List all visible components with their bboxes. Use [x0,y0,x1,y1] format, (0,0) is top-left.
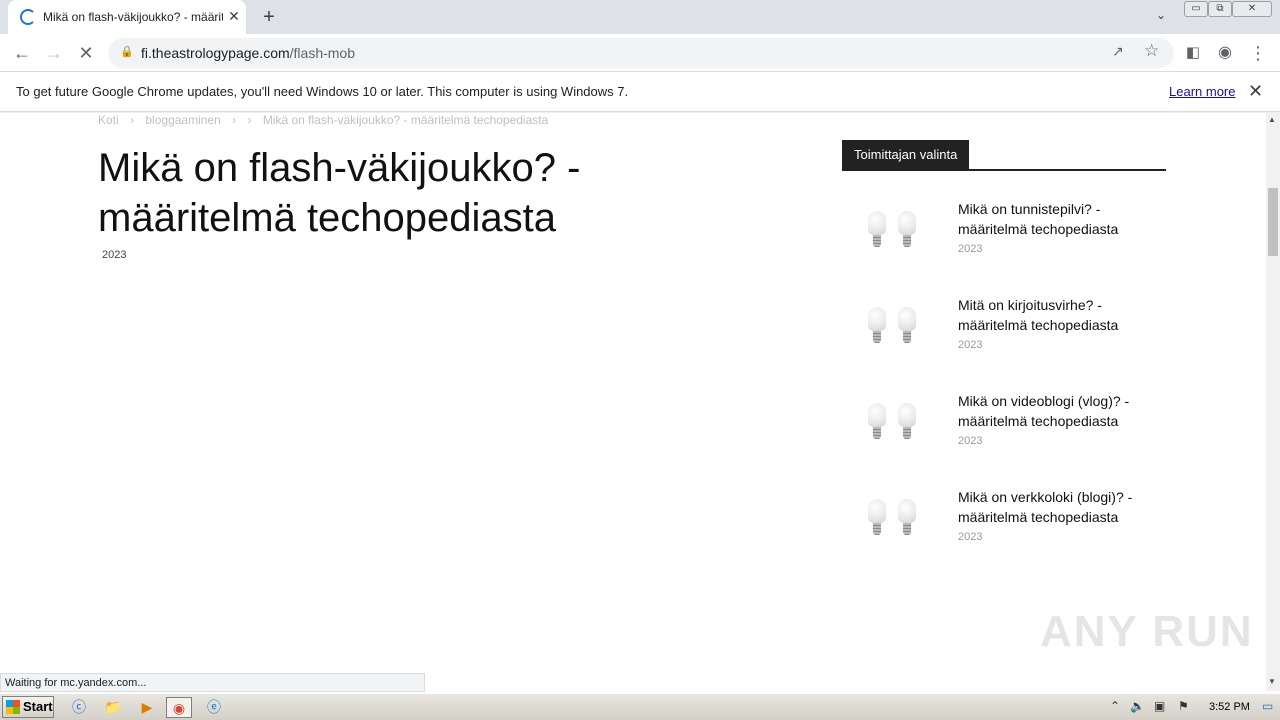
address-bar[interactable]: 🔒 fi.theastrologypage.com/flash-mob ↗ ☆ [108,38,1174,68]
breadcrumb-separator: › [130,113,135,127]
start-button[interactable]: Start [2,696,54,718]
sidebar-article-date: 2023 [958,339,983,351]
scrollbar-thumb[interactable] [1268,188,1278,256]
tab-close-icon[interactable]: ✕ [226,8,242,24]
scroll-up-arrow-icon[interactable]: ▲ [1268,115,1276,124]
side-panel-icon[interactable]: ◧ [1181,41,1205,65]
windows-logo-icon [6,700,20,714]
active-tab[interactable]: Mikä on flash-väkijoukko? - määritelmä t… [8,0,246,34]
sidebar-article-title[interactable]: Mikä on videoblogi (vlog)? - määritelmä … [958,391,1158,431]
restore-button[interactable]: ⧉ [1208,1,1232,17]
breadcrumb-separator: › [232,113,237,127]
url-path: /flash-mob [289,45,355,61]
sidebar-article[interactable]: Mikä on videoblogi (vlog)? - määritelmä … [842,391,1166,471]
url-host: fi.theastrologypage.com [141,45,290,61]
window-close-button[interactable]: ✕ [1232,1,1272,17]
thumbnail-lightbulbs-icon[interactable] [860,397,924,451]
breadcrumb-category[interactable]: bloggaaminen [145,113,220,127]
network-icon[interactable]: ▣ [1154,699,1165,713]
share-icon[interactable]: ↗ [1112,43,1124,60]
infobar-message: To get future Google Chrome updates, you… [16,84,629,99]
show-desktop-icon[interactable]: ▭ [1262,699,1273,713]
sidebar-article[interactable]: Mikä on tunnistepilvi? - määritelmä tech… [842,199,1166,279]
breadcrumb: Koti › bloggaaminen › › Mikä on flash-vä… [98,113,556,127]
stop-loading-icon[interactable]: ✕ [74,41,98,65]
windows-taskbar: Start ⓒ 📁 ▶ ◉ ⓔ ⌃ 🔈 ▣ ⚑ 3:52 PM ▭ [0,693,1280,720]
infobar-close-icon[interactable]: ✕ [1248,81,1263,102]
tab-strip: Mikä on flash-väkijoukko? - määritelmä t… [0,0,1280,34]
sidebar-article-date: 2023 [958,243,983,255]
back-arrow-icon[interactable]: ← [10,41,34,65]
thumbnail-lightbulbs-icon[interactable] [860,205,924,259]
sidebar-article-title[interactable]: Mikä on verkkoloki (blogi)? - määritelmä… [958,487,1158,527]
sidebar-article-date: 2023 [958,531,983,543]
article-date: 2023 [102,249,127,261]
article-title: Mikä on flash-väkijoukko? - määritelmä t… [98,146,581,240]
media-player-icon[interactable]: ▶ [134,697,160,718]
forward-arrow-icon[interactable]: → [42,41,66,65]
internet-explorer-icon[interactable]: ⓒ [66,697,92,718]
breadcrumb-separator: › [247,113,252,127]
edge-icon[interactable]: ⓔ [201,697,227,718]
status-bubble: Waiting for mc.yandex.com... [0,673,425,692]
chrome-taskbar-icon[interactable]: ◉ [166,697,192,718]
sidebar-article-date: 2023 [958,435,983,447]
scroll-down-arrow-icon[interactable]: ▼ [1268,677,1276,686]
thumbnail-lightbulbs-icon[interactable] [860,493,924,547]
thumbnail-lightbulbs-icon[interactable] [860,301,924,355]
breadcrumb-current: Mikä on flash-väkijoukko? - määritelmä t… [262,113,549,127]
update-infobar: To get future Google Chrome updates, you… [0,72,1280,112]
url-text[interactable]: fi.theastrologypage.com/flash-mob [141,45,355,61]
sidebar-header-underline [842,169,1166,171]
browser-toolbar: ← → ✕ 🔒 fi.theastrologypage.com/flash-mo… [0,34,1280,72]
vertical-scrollbar[interactable]: ▲ ▼ [1266,113,1280,691]
tab-search-chevron-icon[interactable]: ⌄ [1152,8,1170,26]
sidebar-article[interactable]: Mitä on kirjoitusvirhe? - määritelmä tec… [842,295,1166,375]
lock-icon[interactable]: 🔒 [120,45,134,59]
sidebar-article-title[interactable]: Mitä on kirjoitusvirhe? - määritelmä tec… [958,295,1158,335]
learn-more-link[interactable]: Learn more [1169,84,1235,99]
sidebar-article[interactable]: Mikä on verkkoloki (blogi)? - määritelmä… [842,487,1166,567]
action-center-flag-icon[interactable]: ⚑ [1178,699,1189,713]
sidebar-header: Toimittajan valinta [842,140,970,169]
volume-icon[interactable]: 🔈 [1130,699,1145,713]
loading-spinner-icon [20,9,36,25]
minimize-button[interactable]: ▭ [1184,1,1208,17]
breadcrumb-home[interactable]: Koti [98,113,119,127]
bookmark-star-icon[interactable]: ☆ [1144,41,1159,61]
new-tab-button[interactable]: + [258,6,280,28]
web-page: Koti › bloggaaminen › › Mikä on flash-vä… [0,113,1266,691]
menu-kebab-icon[interactable]: ⋮ [1246,41,1270,65]
start-label: Start [23,699,53,714]
tray-expand-icon[interactable]: ⌃ [1110,699,1120,713]
anyrun-watermark: ANY RUN [1040,607,1254,656]
clock[interactable]: 3:52 PM [1209,701,1250,713]
file-explorer-icon[interactable]: 📁 [100,697,126,718]
sidebar-article-title[interactable]: Mikä on tunnistepilvi? - määritelmä tech… [958,199,1158,239]
tab-title: Mikä on flash-väkijoukko? - määritelmä t… [43,10,223,24]
profile-avatar-icon[interactable]: ◉ [1213,41,1237,65]
system-tray: ⌃ 🔈 ▣ ⚑ 3:52 PM ▭ [1104,696,1280,719]
